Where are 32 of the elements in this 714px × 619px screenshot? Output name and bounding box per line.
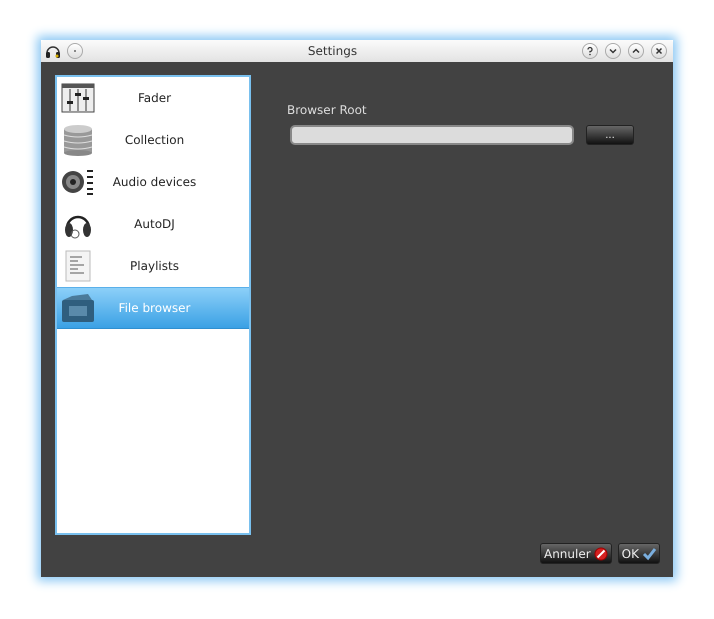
- category-item[interactable]: Playlists: [57, 245, 249, 287]
- category-item[interactable]: Collection: [57, 119, 249, 161]
- help-icon: [585, 46, 595, 56]
- category-label: Audio devices: [112, 175, 198, 189]
- dot-icon: [72, 48, 78, 54]
- close-button[interactable]: [651, 43, 667, 59]
- category-label: AutoDJ: [133, 217, 176, 231]
- category-label: Fader: [136, 91, 172, 105]
- folder-icon: [60, 292, 96, 324]
- category-label: Playlists: [129, 259, 180, 273]
- category-label: File browser: [118, 301, 192, 315]
- browser-root-field[interactable]: [290, 125, 574, 145]
- ok-button[interactable]: OK: [618, 543, 660, 564]
- category-label: Collection: [124, 133, 186, 147]
- close-icon: [654, 46, 664, 56]
- cancel-button[interactable]: Annuler: [540, 543, 612, 564]
- help-button[interactable]: [582, 43, 598, 59]
- maximize-button[interactable]: [628, 43, 644, 59]
- browse-button[interactable]: ...: [586, 125, 634, 145]
- minimize-button[interactable]: [605, 43, 621, 59]
- no-entry-icon: [594, 546, 608, 560]
- browser-root-label: Browser Root: [287, 103, 368, 117]
- chevron-down-icon: [608, 46, 618, 56]
- category-item[interactable]: Fader: [57, 77, 249, 119]
- category-item[interactable]: AutoDJ: [57, 203, 249, 245]
- headphones-icon: [45, 44, 61, 58]
- speaker-icon: [60, 168, 96, 196]
- category-item[interactable]: Audio devices: [57, 161, 249, 203]
- checkmark-icon: [642, 546, 656, 560]
- chevron-up-icon: [631, 46, 641, 56]
- window-title: Settings: [306, 44, 358, 58]
- faders-icon: [60, 83, 96, 113]
